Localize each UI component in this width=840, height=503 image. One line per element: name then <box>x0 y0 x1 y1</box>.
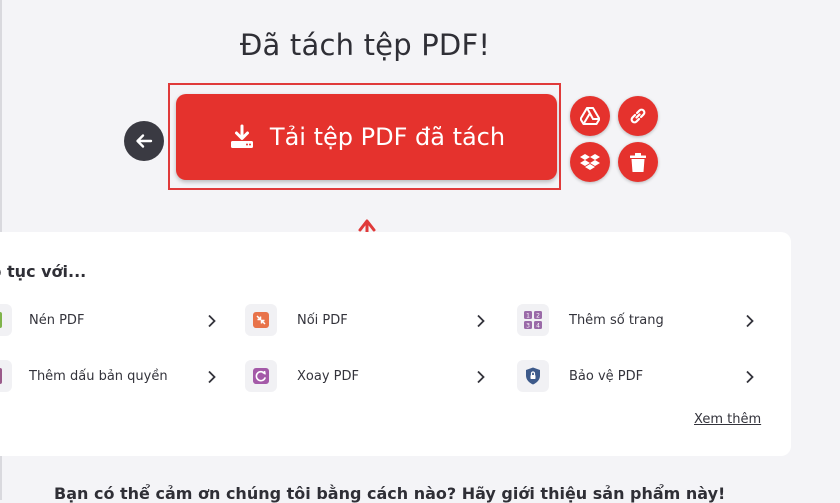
google-drive-icon <box>580 107 600 125</box>
download-icon <box>230 124 253 148</box>
share-link-button[interactable] <box>618 96 658 136</box>
tool-add-page-numbers[interactable]: 1 2 3 4 Thêm số trang <box>517 300 664 340</box>
link-icon <box>630 108 646 124</box>
tool-label: Thêm số trang <box>569 312 664 328</box>
tool-protect-pdf[interactable]: Bảo vệ PDF <box>517 356 643 396</box>
delete-button[interactable] <box>618 142 658 182</box>
tool-label: Thêm dấu bản quyền <box>29 368 168 384</box>
dropbox-icon <box>580 154 600 170</box>
svg-text:2: 2 <box>536 313 540 320</box>
tool-label: Nén PDF <box>29 312 85 328</box>
continue-with-heading: p tục với... <box>0 262 87 281</box>
chevron-right-icon <box>477 370 485 384</box>
tool-rotate-pdf[interactable]: Xoay PDF <box>245 356 359 396</box>
tool-label: Bảo vệ PDF <box>569 368 644 384</box>
tool-label: Xoay PDF <box>297 368 359 384</box>
tool-merge-pdf[interactable]: Nối PDF <box>245 300 348 340</box>
svg-text:3: 3 <box>526 323 530 330</box>
merge-icon <box>245 304 277 336</box>
chevron-right-icon <box>746 370 754 384</box>
compress-icon <box>0 304 12 336</box>
arrow-left-icon <box>136 134 153 148</box>
page-title: Đã tách tệp PDF! <box>239 28 491 62</box>
download-split-pdf-button[interactable]: Tải tệp PDF đã tách <box>176 94 557 180</box>
rotate-icon <box>245 360 277 392</box>
chevron-right-icon <box>208 370 216 384</box>
see-more-link[interactable]: Xem thêm <box>694 412 761 427</box>
svg-text:4: 4 <box>536 323 540 330</box>
tool-label: Nối PDF <box>297 312 348 328</box>
watermark-icon <box>0 360 12 392</box>
shield-icon <box>517 360 549 392</box>
tool-add-watermark[interactable]: Thêm dấu bản quyền <box>0 356 168 396</box>
tool-compress-pdf[interactable]: Nén PDF <box>0 300 84 340</box>
chevron-right-icon <box>477 314 485 328</box>
recommend-prompt-text: Bạn có thể cảm ơn chúng tôi bằng cách nà… <box>54 484 726 503</box>
download-button-label: Tải tệp PDF đã tách <box>269 123 506 151</box>
page-numbers-icon: 1 2 3 4 <box>517 304 549 336</box>
chevron-right-icon <box>746 314 754 328</box>
trash-icon <box>630 152 646 172</box>
svg-text:1: 1 <box>526 313 530 320</box>
chevron-right-icon <box>208 314 216 328</box>
save-to-google-drive-button[interactable] <box>570 96 610 136</box>
back-button[interactable] <box>124 121 164 161</box>
save-to-dropbox-button[interactable] <box>570 142 610 182</box>
